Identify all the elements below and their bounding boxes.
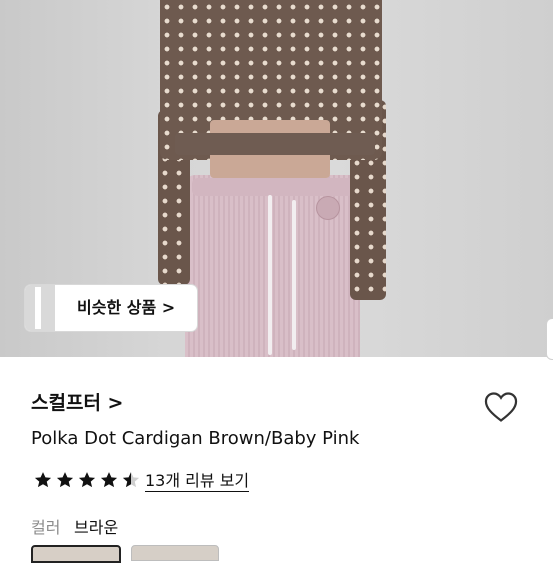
similar-products-label: 비슷한 상품 >	[77, 298, 176, 317]
side-drawer-handle[interactable]	[546, 318, 553, 360]
waistband-illustration	[192, 178, 354, 196]
brand-link[interactable]: 스컬프터 >	[31, 388, 123, 415]
star-icon	[78, 472, 96, 488]
product-title: Polka Dot Cardigan Brown/Baby Pink	[31, 428, 360, 449]
product-image[interactable]: 비슷한 상품 >	[0, 0, 553, 357]
similar-products-button[interactable]: 비슷한 상품 >	[25, 285, 197, 331]
logo-patch-illustration	[316, 196, 340, 220]
color-swatch[interactable]	[131, 545, 219, 561]
heart-outline-icon[interactable]	[481, 388, 521, 426]
drawstring-illustration	[292, 200, 296, 350]
color-option-value: 브라운	[74, 518, 119, 537]
star-icon	[56, 472, 74, 488]
star-half-icon	[122, 472, 140, 488]
star-icon	[100, 472, 118, 488]
star-icon	[34, 472, 52, 488]
similar-product-thumbnail	[25, 285, 55, 331]
rating-stars	[33, 470, 141, 492]
color-option-label: 컬러	[31, 518, 61, 537]
reviews-link[interactable]: 13개 리뷰 보기	[145, 470, 250, 492]
color-swatch-selected[interactable]	[31, 545, 121, 563]
drawstring-illustration	[268, 195, 272, 355]
cardigan-hem-illustration	[175, 133, 375, 155]
